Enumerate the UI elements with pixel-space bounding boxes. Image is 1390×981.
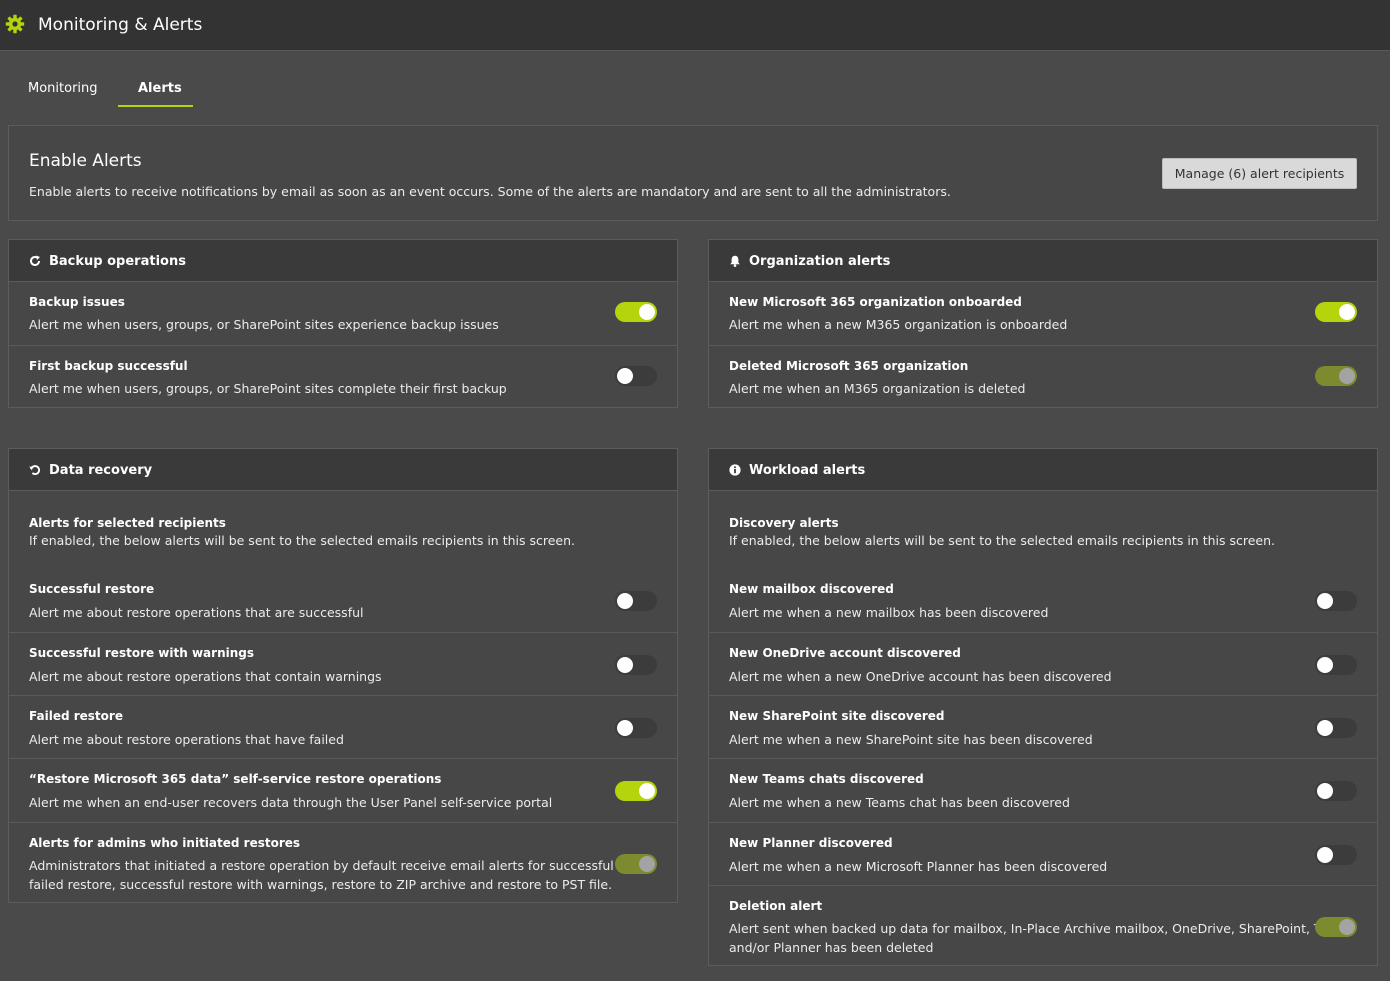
planner-discovered-toggle[interactable] <box>1315 845 1357 865</box>
panel-title: Backup operations <box>49 254 186 269</box>
panel-header: Backup operations <box>9 240 677 282</box>
alert-description: Alert me about restore operations that a… <box>29 605 364 620</box>
alert-title: “Restore Microsoft 365 data” self-servic… <box>29 772 442 786</box>
bell-icon <box>730 255 740 267</box>
alert-title: New OneDrive account discovered <box>729 646 961 660</box>
alert-description-line-2: and/or Planner has been deleted <box>729 940 934 955</box>
alert-title: Backup issues <box>29 295 125 309</box>
recovery-intro: Alerts for selected recipients If enable… <box>9 491 677 555</box>
alert-title: New mailbox discovered <box>729 582 894 596</box>
data-recovery-panel: Data recovery Alerts for selected recipi… <box>8 448 678 903</box>
panel-title: Organization alerts <box>749 254 891 269</box>
alert-title: Alerts for admins who initiated restores <box>29 836 301 850</box>
panel-title: Workload alerts <box>749 463 866 478</box>
self-service-restore-toggle[interactable] <box>615 781 657 801</box>
intro-description: If enabled, the below alerts will be sen… <box>729 533 1275 548</box>
alert-title: New Teams chats discovered <box>729 772 924 786</box>
teams-discovered-toggle[interactable] <box>1315 781 1357 801</box>
onedrive-discovered-toggle[interactable] <box>1315 655 1357 675</box>
enable-alerts-description: Enable alerts to receive notifications b… <box>29 184 951 199</box>
alert-description: Alert me about restore operations that c… <box>29 669 382 684</box>
panel-title: Data recovery <box>49 463 153 478</box>
panel-header: Data recovery <box>9 449 677 491</box>
admin-initiated-restores-toggle <box>615 854 657 874</box>
alert-row-sharepoint-discovered: New SharePoint site discovered Alert me … <box>709 695 1377 758</box>
mailbox-discovered-toggle[interactable] <box>1315 591 1357 611</box>
alert-title: Successful restore <box>29 582 155 596</box>
page-title: Monitoring & Alerts <box>38 15 203 35</box>
alert-row-onedrive-discovered: New OneDrive account discovered Alert me… <box>709 632 1377 695</box>
backup-issues-toggle[interactable] <box>615 302 657 322</box>
alert-title: New Microsoft 365 organization onboarded <box>729 295 1022 309</box>
tab-alerts[interactable]: Alerts <box>138 81 182 96</box>
alert-row-teams-discovered: New Teams chats discovered Alert me when… <box>709 758 1377 822</box>
alert-row-org-deleted: Deleted Microsoft 365 organization Alert… <box>709 345 1377 408</box>
alert-row-backup-issues: Backup issues Alert me when users, group… <box>9 282 677 345</box>
panel-header: Workload alerts <box>709 449 1377 491</box>
alert-description-line-1: Administrators that initiated a restore … <box>29 858 631 873</box>
tab-bar: Monitoring Alerts <box>0 51 1390 111</box>
alert-description-line-1: Alert sent when backed up data for mailb… <box>729 921 1354 936</box>
manage-alert-recipients-button[interactable]: Manage (6) alert recipients <box>1162 158 1357 189</box>
alert-description: Alert me when users, groups, or SharePoi… <box>29 381 507 396</box>
panel-header: Organization alerts <box>709 240 1377 282</box>
alert-row-admin-initiated-restores: Alerts for admins who initiated restores… <box>9 822 677 903</box>
undo-icon <box>29 465 41 475</box>
workload-alerts-panel: Workload alerts Discovery alerts If enab… <box>708 448 1378 966</box>
alert-description: Alert me when a new Microsoft Planner ha… <box>729 859 1108 874</box>
intro-description: If enabled, the below alerts will be sen… <box>29 533 575 548</box>
alert-row-deletion: Deletion alert Alert sent when backed up… <box>709 885 1377 966</box>
refresh-icon <box>30 255 40 266</box>
first-backup-toggle[interactable] <box>615 366 657 386</box>
alert-description: Alert me when a new SharePoint site has … <box>729 732 1093 747</box>
app-header: Monitoring & Alerts <box>0 0 1390 51</box>
alert-description: Alert me when an M365 organization is de… <box>729 381 1026 396</box>
info-icon <box>729 464 741 476</box>
alert-description: Alert me about restore operations that h… <box>29 732 344 747</box>
alert-row-mailbox-discovered: New mailbox discovered Alert me when a n… <box>709 569 1377 632</box>
workload-intro: Discovery alerts If enabled, the below a… <box>709 491 1377 555</box>
alert-title: Deletion alert <box>729 899 823 913</box>
alert-row-org-onboarded: New Microsoft 365 organization onboarded… <box>709 282 1377 345</box>
alert-row-successful-restore: Successful restore Alert me about restor… <box>9 569 677 632</box>
successful-restore-toggle[interactable] <box>615 591 657 611</box>
alert-description: Alert me when a new Teams chat has been … <box>729 795 1070 810</box>
active-tab-indicator <box>118 105 193 107</box>
failed-restore-toggle[interactable] <box>615 718 657 738</box>
gear-icon <box>5 14 25 34</box>
alert-row-failed-restore: Failed restore Alert me about restore op… <box>9 695 677 758</box>
alert-description: Alert me when an end-user recovers data … <box>29 795 553 810</box>
alert-description-line-2: failed restore, successful restore with … <box>29 877 613 892</box>
alert-row-first-backup: First backup successful Alert me when us… <box>9 345 677 408</box>
org-deleted-toggle <box>1315 366 1357 386</box>
alert-title: New SharePoint site discovered <box>729 709 945 723</box>
alert-title: Deleted Microsoft 365 organization <box>729 359 969 373</box>
backup-operations-panel: Backup operations Backup issues Alert me… <box>8 239 678 408</box>
alert-description: Alert me when a new OneDrive account has… <box>729 669 1112 684</box>
intro-title: Discovery alerts <box>729 516 839 530</box>
org-onboarded-toggle[interactable] <box>1315 302 1357 322</box>
alert-row-planner-discovered: New Planner discovered Alert me when a n… <box>709 822 1377 885</box>
alert-description: Alert me when users, groups, or SharePoi… <box>29 317 499 332</box>
alert-title: New Planner discovered <box>729 836 893 850</box>
sharepoint-discovered-toggle[interactable] <box>1315 718 1357 738</box>
alert-row-restore-warnings: Successful restore with warnings Alert m… <box>9 632 677 695</box>
alert-title: Failed restore <box>29 709 123 723</box>
alert-title: Successful restore with warnings <box>29 646 254 660</box>
alert-row-self-service-restore: “Restore Microsoft 365 data” self-servic… <box>9 758 677 822</box>
alert-description: Alert me when a new M365 organization is… <box>729 317 1068 332</box>
enable-alerts-card: Enable Alerts Enable alerts to receive n… <box>8 125 1378 221</box>
enable-alerts-title: Enable Alerts <box>29 151 142 171</box>
organization-alerts-panel: Organization alerts New Microsoft 365 or… <box>708 239 1378 408</box>
intro-title: Alerts for selected recipients <box>29 516 226 530</box>
restore-warnings-toggle[interactable] <box>615 655 657 675</box>
alert-title: First backup successful <box>29 359 188 373</box>
tab-monitoring[interactable]: Monitoring <box>28 81 98 96</box>
alert-description: Alert me when a new mailbox has been dis… <box>729 605 1049 620</box>
deletion-alert-toggle <box>1315 917 1357 937</box>
